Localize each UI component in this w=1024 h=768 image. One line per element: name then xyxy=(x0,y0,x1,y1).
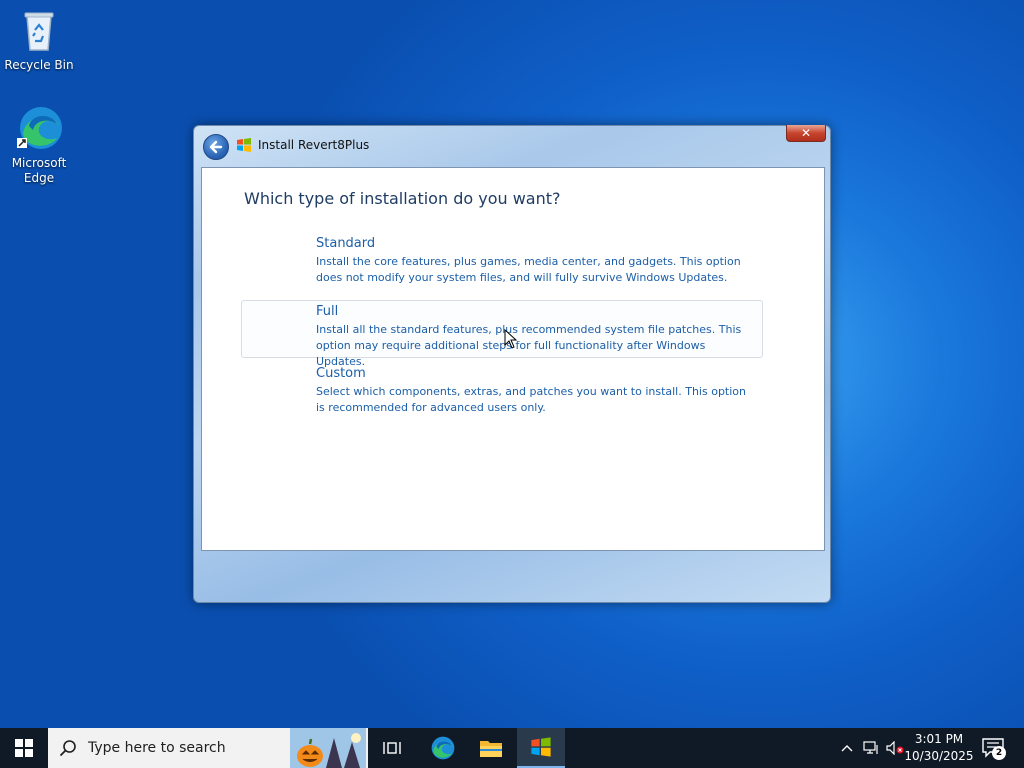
taskbar-edge-button[interactable] xyxy=(420,728,466,768)
taskbar-clock[interactable]: 3:01 PM 10/30/2025 xyxy=(904,731,974,765)
option-description: Install the core features, plus games, m… xyxy=(316,255,741,284)
option-custom[interactable]: Custom Select which components, extras, … xyxy=(241,362,763,420)
option-description: Select which components, extras, and pat… xyxy=(316,385,746,414)
option-full[interactable]: Full Install all the standard features, … xyxy=(241,300,763,368)
installer-content: Which type of installation do you want? … xyxy=(201,167,825,551)
taskbar: Type here to search 3:01 PM 10/30/2025 2 xyxy=(0,728,1024,768)
back-arrow-icon xyxy=(209,140,223,154)
taskbar-search-box[interactable]: Type here to search xyxy=(48,728,368,768)
task-view-icon xyxy=(383,742,401,754)
recycle-bin-icon xyxy=(15,6,63,54)
folder-icon xyxy=(480,741,502,757)
edge-icon xyxy=(431,736,455,760)
network-tray-button[interactable] xyxy=(860,728,882,768)
option-title: Standard xyxy=(316,236,376,251)
start-button[interactable] xyxy=(0,728,48,768)
taskbar-installer-button[interactable] xyxy=(517,728,565,768)
show-hidden-icons-button[interactable] xyxy=(836,728,858,768)
close-button[interactable]: ✕ xyxy=(786,125,826,142)
search-icon xyxy=(59,740,76,757)
desktop-icon-edge[interactable]: Microsoft Edge xyxy=(3,104,75,186)
search-highlight-halloween-icon[interactable] xyxy=(290,728,366,768)
option-title: Full xyxy=(316,304,339,319)
close-icon: ✕ xyxy=(800,126,812,140)
window-title: Install Revert8Plus xyxy=(258,138,370,152)
title-bar[interactable]: Install Revert8Plus ✕ xyxy=(194,125,830,166)
clock-time: 3:01 PM xyxy=(914,732,964,746)
mouse-cursor-icon xyxy=(504,329,518,349)
windows-flag-icon xyxy=(531,737,551,757)
search-placeholder: Type here to search xyxy=(88,740,226,756)
back-button[interactable] xyxy=(203,134,229,160)
speaker-muted-icon xyxy=(886,741,904,755)
desktop-icon-label: Microsoft Edge xyxy=(11,156,67,185)
volume-tray-button[interactable] xyxy=(884,728,906,768)
windows-logo-icon xyxy=(15,739,33,757)
chevron-up-icon xyxy=(841,745,853,752)
notification-center-button[interactable]: 2 xyxy=(980,734,1008,762)
notification-count-badge: 2 xyxy=(992,746,1006,760)
option-standard[interactable]: Standard Install the core features, plus… xyxy=(241,232,763,290)
clock-date: 10/30/2025 xyxy=(904,749,974,763)
taskbar-file-explorer-button[interactable] xyxy=(468,728,514,768)
desktop-icon-recycle-bin[interactable]: Recycle Bin xyxy=(3,6,75,73)
installer-window: Install Revert8Plus ✕ Which type of inst… xyxy=(193,125,831,603)
desktop-icon-label: Recycle Bin xyxy=(4,58,74,72)
windows-flag-icon xyxy=(237,138,251,152)
page-heading: Which type of installation do you want? xyxy=(244,189,561,208)
network-icon xyxy=(863,741,878,754)
task-view-button[interactable] xyxy=(372,728,412,768)
option-title: Custom xyxy=(316,366,366,381)
edge-icon xyxy=(15,104,63,152)
